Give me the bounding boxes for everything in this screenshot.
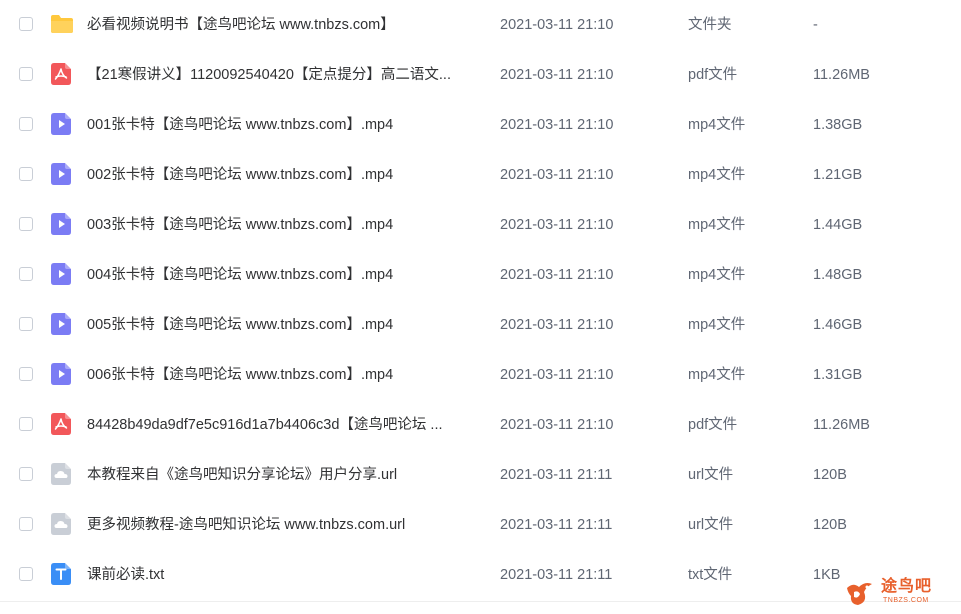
file-row[interactable]: 必看视频说明书【途鸟吧论坛 www.tnbzs.com】 2021-03-11 2… [0, 0, 961, 50]
url-file-icon [51, 513, 71, 535]
file-modified-date: 2021-03-11 21:10 [500, 417, 614, 433]
row-checkbox[interactable] [19, 317, 33, 331]
file-row[interactable]: 006张卡特【途鸟吧论坛 www.tnbzs.com】.mp4 2021-03-1… [0, 350, 961, 400]
file-name[interactable]: 本教程来自《途鸟吧知识分享论坛》用户分享.url [87, 450, 482, 500]
file-row[interactable]: 【21寒假讲义】1120092540420【定点提分】高二语文... 2021-0… [0, 50, 961, 100]
file-type: mp4文件 [688, 267, 746, 283]
file-name[interactable]: 更多视频教程-途鸟吧知识论坛 www.tnbzs.com.url [87, 500, 482, 550]
watermark-text: 途鸟吧 [881, 576, 933, 595]
row-checkbox[interactable] [19, 167, 33, 181]
file-modified-date: 2021-03-11 21:10 [500, 117, 614, 133]
file-modified-date: 2021-03-11 21:11 [500, 567, 613, 583]
file-row[interactable]: 课前必读.txt 2021-03-11 21:11 txt文件 1KB [0, 550, 961, 600]
row-checkbox[interactable] [19, 467, 33, 481]
folder-icon [50, 14, 74, 36]
file-name[interactable]: 005张卡特【途鸟吧论坛 www.tnbzs.com】.mp4 [87, 300, 482, 350]
file-size: 11.26MB [813, 67, 870, 83]
list-divider [0, 601, 961, 602]
file-name[interactable]: 003张卡特【途鸟吧论坛 www.tnbzs.com】.mp4 [87, 200, 482, 250]
file-modified-date: 2021-03-11 21:10 [500, 367, 614, 383]
file-modified-date: 2021-03-11 21:10 [500, 17, 614, 33]
file-name[interactable]: 课前必读.txt [87, 550, 482, 600]
file-row[interactable]: 004张卡特【途鸟吧论坛 www.tnbzs.com】.mp4 2021-03-1… [0, 250, 961, 300]
file-type: url文件 [688, 467, 734, 483]
pdf-file-icon [51, 63, 71, 85]
file-modified-date: 2021-03-11 21:10 [500, 67, 614, 83]
file-modified-date: 2021-03-11 21:10 [500, 217, 614, 233]
file-size: 1.31GB [813, 367, 863, 383]
file-row[interactable]: 005张卡特【途鸟吧论坛 www.tnbzs.com】.mp4 2021-03-1… [0, 300, 961, 350]
row-checkbox[interactable] [19, 367, 33, 381]
file-row[interactable]: 001张卡特【途鸟吧论坛 www.tnbzs.com】.mp4 2021-03-1… [0, 100, 961, 150]
file-type: pdf文件 [688, 417, 738, 433]
row-checkbox[interactable] [19, 517, 33, 531]
file-size: 11.26MB [813, 417, 870, 433]
file-type: mp4文件 [688, 167, 746, 183]
file-name[interactable]: 84428b49da9df7e5c916d1a7b4406c3d【途鸟吧论坛 .… [87, 400, 482, 450]
video-file-icon [51, 163, 71, 185]
file-name[interactable]: 必看视频说明书【途鸟吧论坛 www.tnbzs.com】 [87, 0, 482, 50]
file-type: 文件夹 [688, 17, 732, 33]
file-size: 1.38GB [813, 117, 863, 133]
file-row[interactable]: 84428b49da9df7e5c916d1a7b4406c3d【途鸟吧论坛 .… [0, 400, 961, 450]
row-checkbox[interactable] [19, 67, 33, 81]
file-row[interactable]: 本教程来自《途鸟吧知识分享论坛》用户分享.url 2021-03-11 21:11… [0, 450, 961, 500]
file-name[interactable]: 002张卡特【途鸟吧论坛 www.tnbzs.com】.mp4 [87, 150, 482, 200]
file-modified-date: 2021-03-11 21:10 [500, 167, 614, 183]
file-modified-date: 2021-03-11 21:11 [500, 467, 613, 483]
watermark-subtext: TNBZS.COM [883, 597, 929, 604]
file-size: 1.46GB [813, 317, 863, 333]
file-size: 120B [813, 467, 847, 483]
video-file-icon [51, 213, 71, 235]
file-type: pdf文件 [688, 67, 738, 83]
watermark: 途鸟吧 TNBZS.COM [845, 576, 955, 610]
file-type: mp4文件 [688, 217, 746, 233]
row-checkbox[interactable] [19, 567, 33, 581]
file-size: 120B [813, 517, 847, 533]
url-file-icon [51, 463, 71, 485]
file-row[interactable]: 002张卡特【途鸟吧论坛 www.tnbzs.com】.mp4 2021-03-1… [0, 150, 961, 200]
file-type: mp4文件 [688, 317, 746, 333]
file-name[interactable]: 【21寒假讲义】1120092540420【定点提分】高二语文... [87, 50, 482, 100]
row-checkbox[interactable] [19, 117, 33, 131]
file-size: 1.44GB [813, 217, 863, 233]
row-checkbox[interactable] [19, 217, 33, 231]
pdf-file-icon [51, 413, 71, 435]
video-file-icon [51, 113, 71, 135]
file-modified-date: 2021-03-11 21:10 [500, 267, 614, 283]
text-file-icon [51, 563, 71, 585]
row-checkbox[interactable] [19, 267, 33, 281]
file-type: mp4文件 [688, 117, 746, 133]
file-name[interactable]: 001张卡特【途鸟吧论坛 www.tnbzs.com】.mp4 [87, 100, 482, 150]
file-list: 必看视频说明书【途鸟吧论坛 www.tnbzs.com】 2021-03-11 2… [0, 0, 961, 614]
video-file-icon [51, 263, 71, 285]
file-type: txt文件 [688, 567, 733, 583]
file-name[interactable]: 004张卡特【途鸟吧论坛 www.tnbzs.com】.mp4 [87, 250, 482, 300]
file-size: - [813, 17, 818, 33]
file-name[interactable]: 006张卡特【途鸟吧论坛 www.tnbzs.com】.mp4 [87, 350, 482, 400]
row-checkbox[interactable] [19, 17, 33, 31]
file-row[interactable]: 003张卡特【途鸟吧论坛 www.tnbzs.com】.mp4 2021-03-1… [0, 200, 961, 250]
bird-logo-icon [845, 578, 879, 608]
file-size: 1.48GB [813, 267, 863, 283]
video-file-icon [51, 313, 71, 335]
file-type: mp4文件 [688, 367, 746, 383]
video-file-icon [51, 363, 71, 385]
file-modified-date: 2021-03-11 21:10 [500, 317, 614, 333]
file-row[interactable]: 更多视频教程-途鸟吧知识论坛 www.tnbzs.com.url 2021-03-… [0, 500, 961, 550]
row-checkbox[interactable] [19, 417, 33, 431]
file-modified-date: 2021-03-11 21:11 [500, 517, 613, 533]
file-type: url文件 [688, 517, 734, 533]
file-size: 1.21GB [813, 167, 863, 183]
